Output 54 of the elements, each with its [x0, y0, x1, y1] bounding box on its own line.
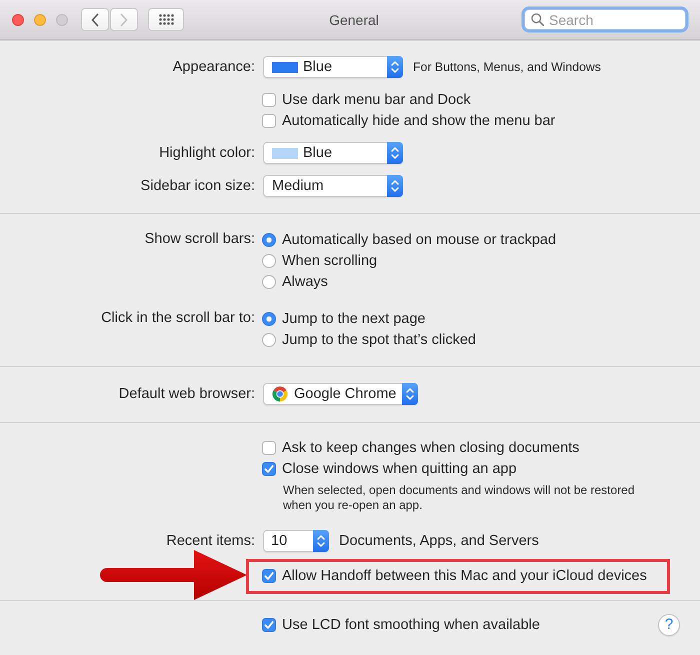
updown-chevrons-icon [313, 530, 329, 552]
window-title: General [329, 12, 379, 28]
checkbox-label[interactable]: Close windows when quitting an app [282, 460, 517, 478]
radio-label[interactable]: Jump to the next page [282, 310, 426, 328]
checkbox-label[interactable]: Allow Handoff between this Mac and your iCloud devices [282, 566, 647, 584]
checkbox-label[interactable]: Use LCD font smoothing when available [282, 616, 540, 634]
radio-button[interactable] [262, 332, 276, 346]
minimize-button[interactable] [34, 14, 46, 26]
checkbox[interactable] [262, 440, 276, 454]
setting-label: Sidebar icon size: [140, 176, 255, 196]
suffix-label: Documents, Apps, and Servers [339, 533, 539, 549]
radio-button[interactable] [262, 254, 276, 268]
radio-label[interactable]: Always [282, 272, 328, 290]
radio-button[interactable] [262, 274, 276, 288]
chevron-left-icon [91, 12, 99, 26]
radio-button[interactable] [262, 232, 276, 246]
popup-button[interactable]: Google Chrome [263, 383, 418, 405]
chevron-right-icon [120, 12, 128, 26]
updown-chevrons-icon [387, 175, 403, 197]
checkbox[interactable] [262, 92, 276, 106]
checkbox-label[interactable]: Ask to keep changes when closing documents [282, 438, 580, 456]
search-icon [531, 13, 544, 26]
setting-label: Recent items: [166, 532, 255, 550]
radio-button[interactable] [262, 312, 276, 326]
checkbox[interactable] [262, 568, 276, 582]
back-button[interactable] [81, 8, 109, 31]
checkbox-label[interactable]: Use dark menu bar and Dock [282, 90, 471, 108]
show-all-button[interactable] [148, 8, 184, 31]
radio-label[interactable]: Automatically based on mouse or trackpad [282, 230, 556, 248]
setting-label: Show scroll bars: [144, 230, 255, 249]
radio-label[interactable]: Jump to the spot that’s clicked [282, 330, 476, 348]
updown-chevrons-icon [387, 142, 403, 164]
updown-chevrons-icon [402, 383, 418, 405]
help-text: When selected, open documents and windows will not be restored when you re-open an app. [282, 483, 636, 513]
checkbox-label[interactable]: Automatically hide and show the menu bar [282, 112, 556, 130]
setting-label: Click in the scroll bar to: [101, 309, 255, 328]
setting-label: Appearance: [172, 58, 255, 76]
dots-grid-icon [158, 14, 174, 25]
updown-chevrons-icon [387, 56, 403, 78]
search-field[interactable]: Search [524, 9, 686, 30]
popup-button[interactable]: Medium [263, 175, 403, 197]
hint-text: For Buttons, Menus, and Windows [413, 60, 601, 74]
help-button[interactable]: ? [658, 614, 680, 636]
browser-logo-icon [272, 386, 288, 402]
checkbox[interactable] [262, 618, 276, 632]
close-button[interactable] [12, 14, 24, 26]
checkbox[interactable] [262, 462, 276, 476]
checkbox[interactable] [262, 114, 276, 128]
setting-label: Default web browser: [118, 384, 255, 404]
radio-label[interactable]: When scrolling [282, 252, 378, 270]
combo-box[interactable]: 10 [263, 530, 329, 552]
popup-button[interactable]: Blue [263, 56, 403, 78]
setting-label: Highlight color: [159, 144, 255, 162]
popup-button[interactable]: Blue [263, 142, 403, 164]
